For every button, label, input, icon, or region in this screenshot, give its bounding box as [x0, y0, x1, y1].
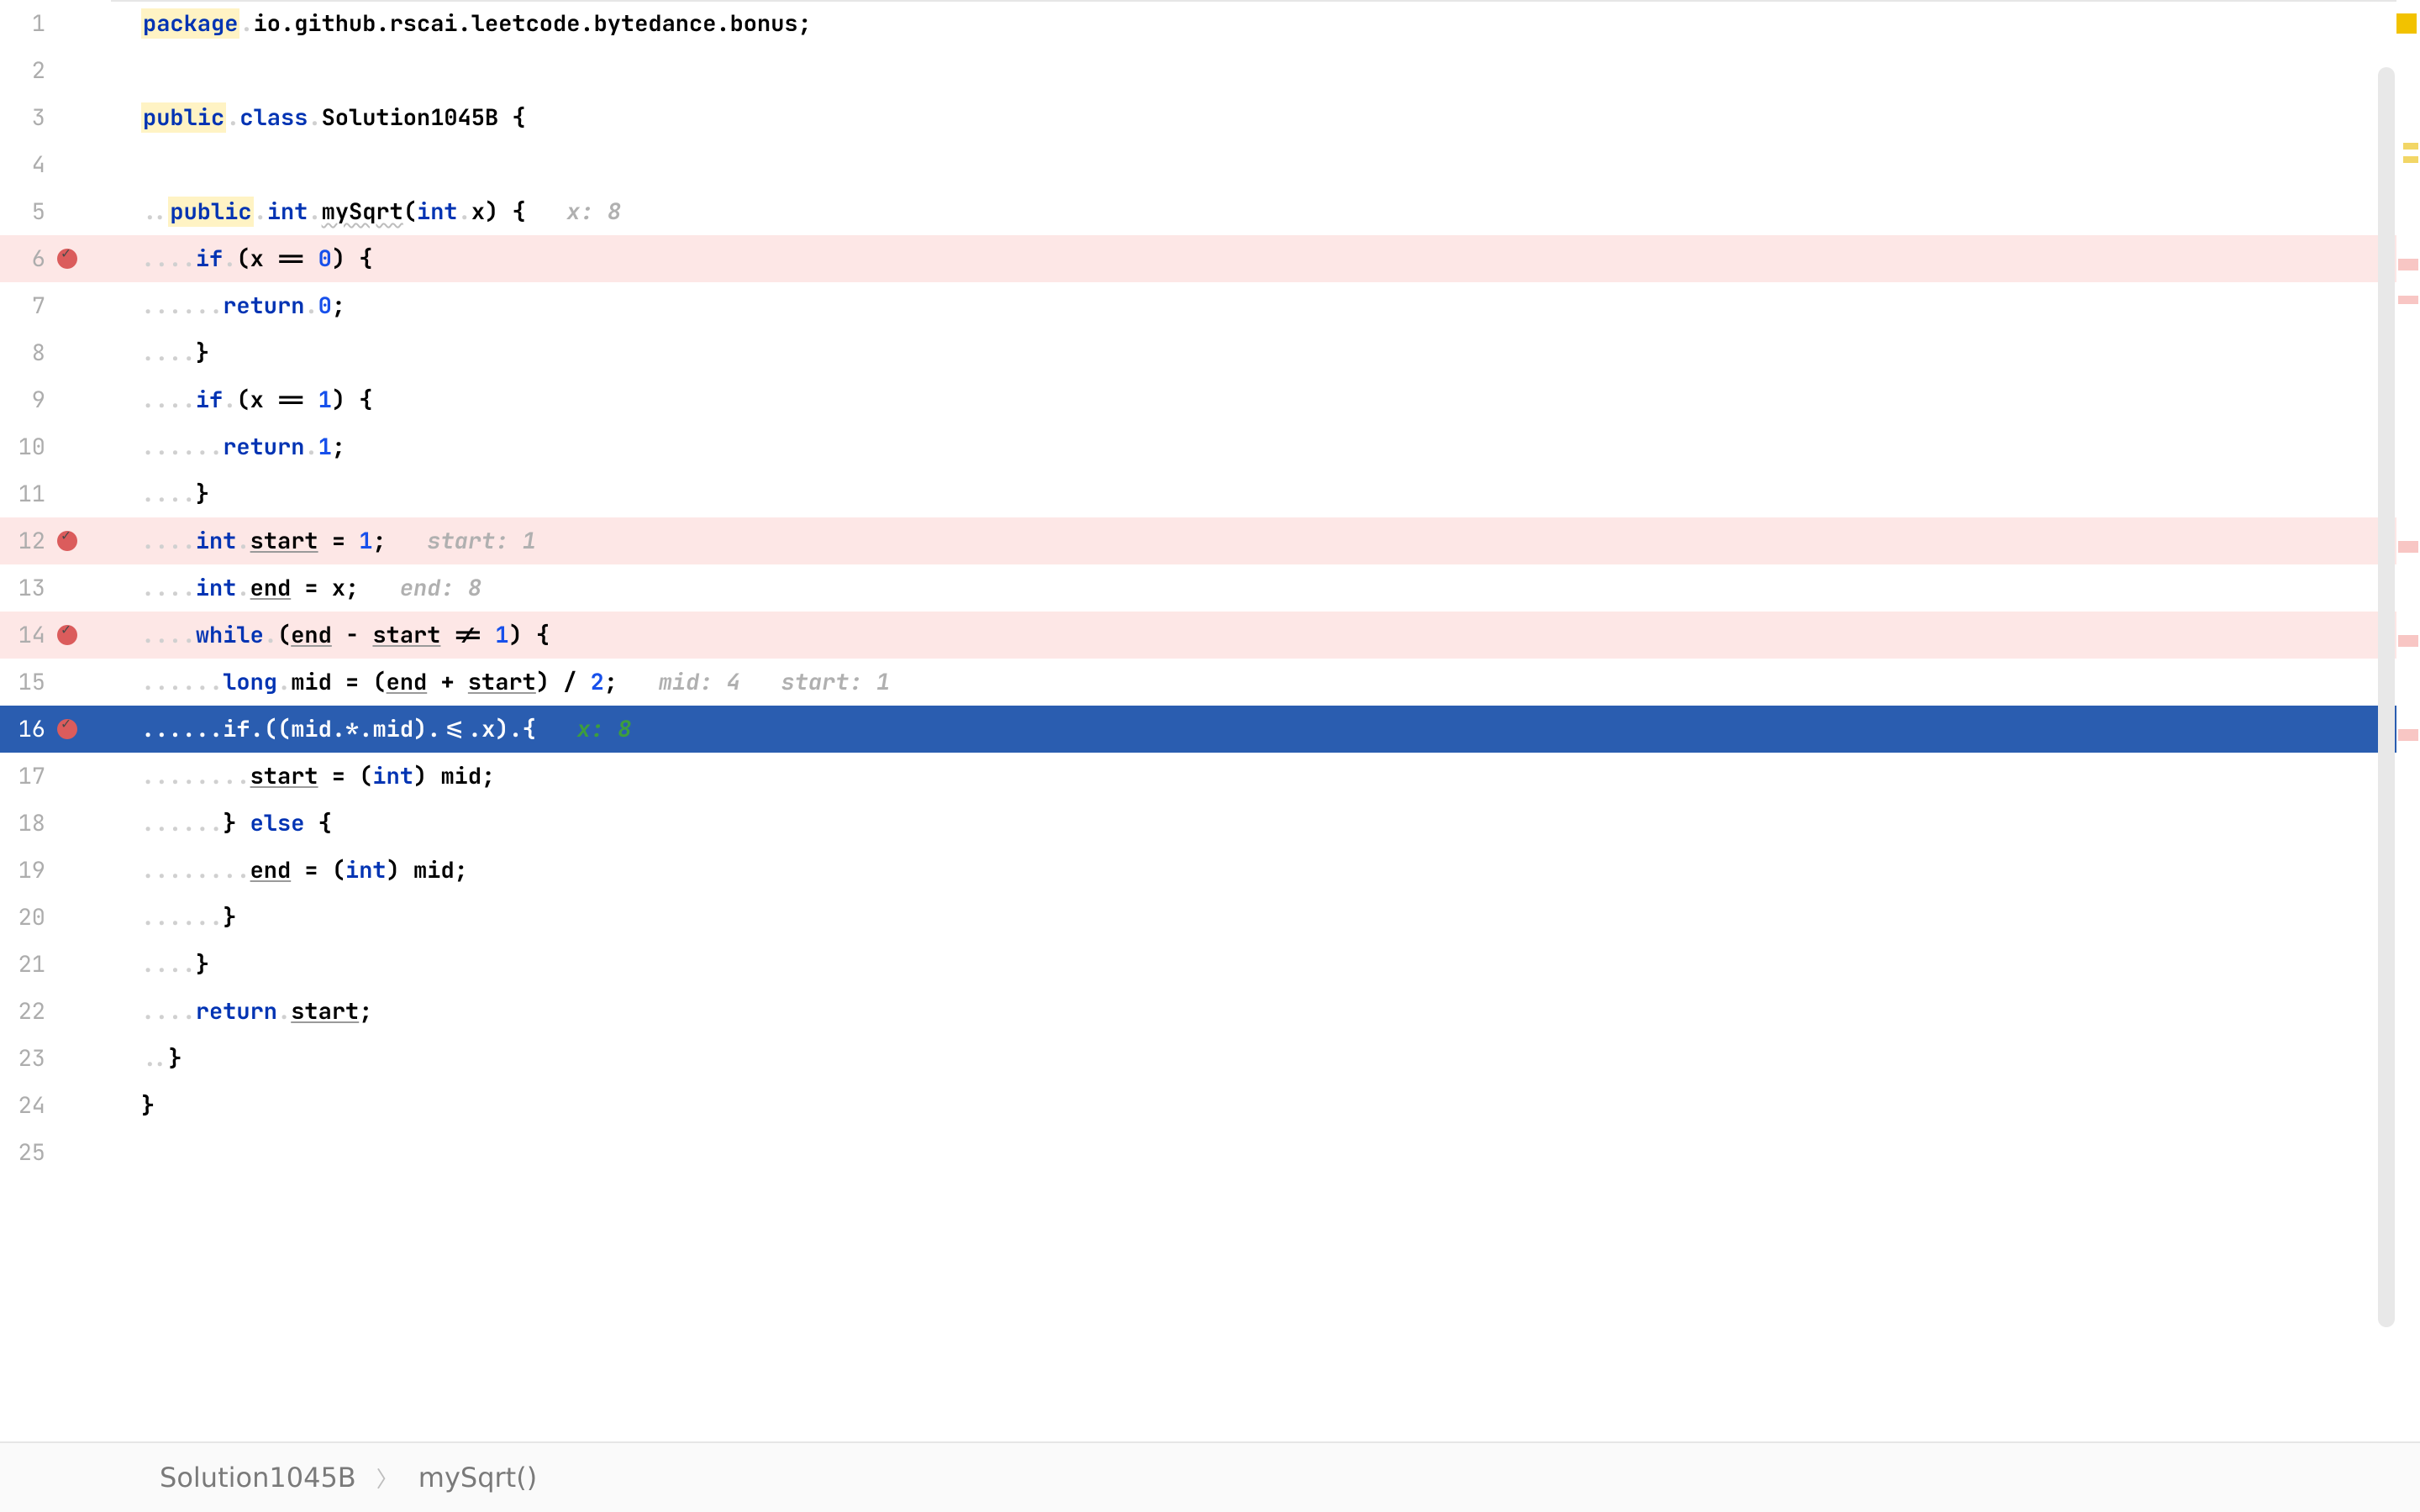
vertical-scrollbar[interactable] [2378, 67, 2395, 1327]
code-line[interactable]: } [111, 1082, 2420, 1129]
line-num[interactable]: 22 [0, 996, 50, 1026]
code-line[interactable]: ....if.(x == 1) { [111, 376, 2420, 423]
line-num[interactable]: 19 [0, 855, 50, 885]
code-line[interactable]: package.io.github.rscai.leetcode.bytedan… [111, 0, 2420, 47]
breakpoint-marker[interactable] [2398, 729, 2418, 741]
line-num[interactable]: 4 [0, 150, 50, 180]
code-line[interactable]: ......} else { [111, 800, 2420, 847]
code-line[interactable] [111, 1129, 2420, 1176]
inline-hint: mid: 4 [659, 667, 740, 697]
code-line[interactable]: ......} [111, 894, 2420, 941]
line-num[interactable]: 21 [0, 949, 50, 979]
breadcrumb-bar: Solution1045B 〉 mySqrt() [0, 1441, 2420, 1512]
breadcrumb-item[interactable]: mySqrt() [418, 1462, 537, 1494]
gutter[interactable]: 1 2 3 4 5 6 7 8 9 10 11 12 13 14 15 16 1… [0, 0, 111, 1441]
warning-marker[interactable] [2403, 143, 2418, 150]
code-line[interactable]: ....while.(end - start != 1) { [111, 612, 2420, 659]
code-line[interactable]: ......return.1; [111, 423, 2420, 470]
line-num[interactable]: 5 [0, 197, 50, 227]
code-line[interactable] [111, 47, 2420, 94]
code-line[interactable]: ........end = (int) mid; [111, 847, 2420, 894]
breakpoint-icon[interactable] [57, 531, 77, 551]
code-line[interactable]: ..} [111, 1035, 2420, 1082]
breakpoint-icon[interactable] [57, 719, 77, 739]
breakpoint-marker[interactable] [2398, 259, 2418, 270]
breakpoint-marker[interactable] [2398, 635, 2418, 647]
breadcrumb-item[interactable]: Solution1045B [160, 1462, 356, 1494]
line-num[interactable]: 24 [0, 1090, 50, 1121]
inline-hint: end: 8 [400, 573, 481, 603]
code-line[interactable]: ..public.int.mySqrt(int.x) { x: 8 [111, 188, 2420, 235]
analysis-status-icon[interactable] [2396, 13, 2417, 34]
inline-hint: start: 1 [427, 526, 536, 556]
code-line[interactable]: ......return.0; [111, 282, 2420, 329]
line-num[interactable]: 10 [0, 432, 50, 462]
line-num[interactable]: 14 [0, 620, 50, 650]
line-num[interactable]: 9 [0, 385, 50, 415]
code-line[interactable]: ....int.start = 1; start: 1 [111, 517, 2420, 564]
chevron-right-icon: 〉 [376, 1462, 398, 1494]
line-num[interactable]: 7 [0, 291, 50, 321]
code-line[interactable]: ....} [111, 470, 2420, 517]
inline-hint: x: 8 [576, 714, 631, 744]
code-line[interactable]: ....if.(x == 0) { [111, 235, 2420, 282]
code-line[interactable]: ........start = (int) mid; [111, 753, 2420, 800]
line-num[interactable]: 1 [0, 8, 50, 39]
line-num[interactable]: 8 [0, 338, 50, 368]
breakpoint-icon[interactable] [57, 625, 77, 645]
breakpoint-marker[interactable] [2398, 296, 2418, 304]
breakpoint-marker[interactable] [2398, 541, 2418, 553]
line-num[interactable]: 11 [0, 479, 50, 509]
line-num[interactable]: 23 [0, 1043, 50, 1074]
line-num[interactable]: 15 [0, 667, 50, 697]
error-stripe[interactable] [2396, 0, 2420, 1441]
code-line[interactable]: ....} [111, 941, 2420, 988]
line-num[interactable]: 13 [0, 573, 50, 603]
inline-hint: start: 1 [781, 667, 891, 697]
code-line[interactable]: ....int.end = x; end: 8 [111, 564, 2420, 612]
inline-hint: x: 8 [566, 197, 621, 227]
line-num[interactable]: 12 [0, 526, 50, 556]
code-line[interactable]: public.class.Solution1045B { [111, 94, 2420, 141]
code-line[interactable] [111, 141, 2420, 188]
line-num[interactable]: 3 [0, 102, 50, 133]
code-line[interactable]: ......long.mid = (end + start) / 2; mid:… [111, 659, 2420, 706]
line-num[interactable]: 18 [0, 808, 50, 838]
warning-marker[interactable] [2403, 156, 2418, 163]
code-line-current[interactable]: ......if.((mid.*.mid).<=.x).{ x: 8 [111, 706, 2420, 753]
line-num[interactable]: 16 [0, 714, 50, 744]
breakpoint-icon[interactable] [57, 249, 77, 269]
code-line[interactable]: ....} [111, 329, 2420, 376]
code-editor: 1 2 3 4 5 6 7 8 9 10 11 12 13 14 15 16 1… [0, 0, 2420, 1441]
line-num[interactable]: 20 [0, 902, 50, 932]
line-num[interactable]: 25 [0, 1137, 50, 1168]
code-area[interactable]: package.io.github.rscai.leetcode.bytedan… [111, 0, 2420, 1441]
line-num[interactable]: 2 [0, 55, 50, 86]
line-num[interactable]: 17 [0, 761, 50, 791]
line-num[interactable]: 6 [0, 244, 50, 274]
code-line[interactable]: ....return.start; [111, 988, 2420, 1035]
